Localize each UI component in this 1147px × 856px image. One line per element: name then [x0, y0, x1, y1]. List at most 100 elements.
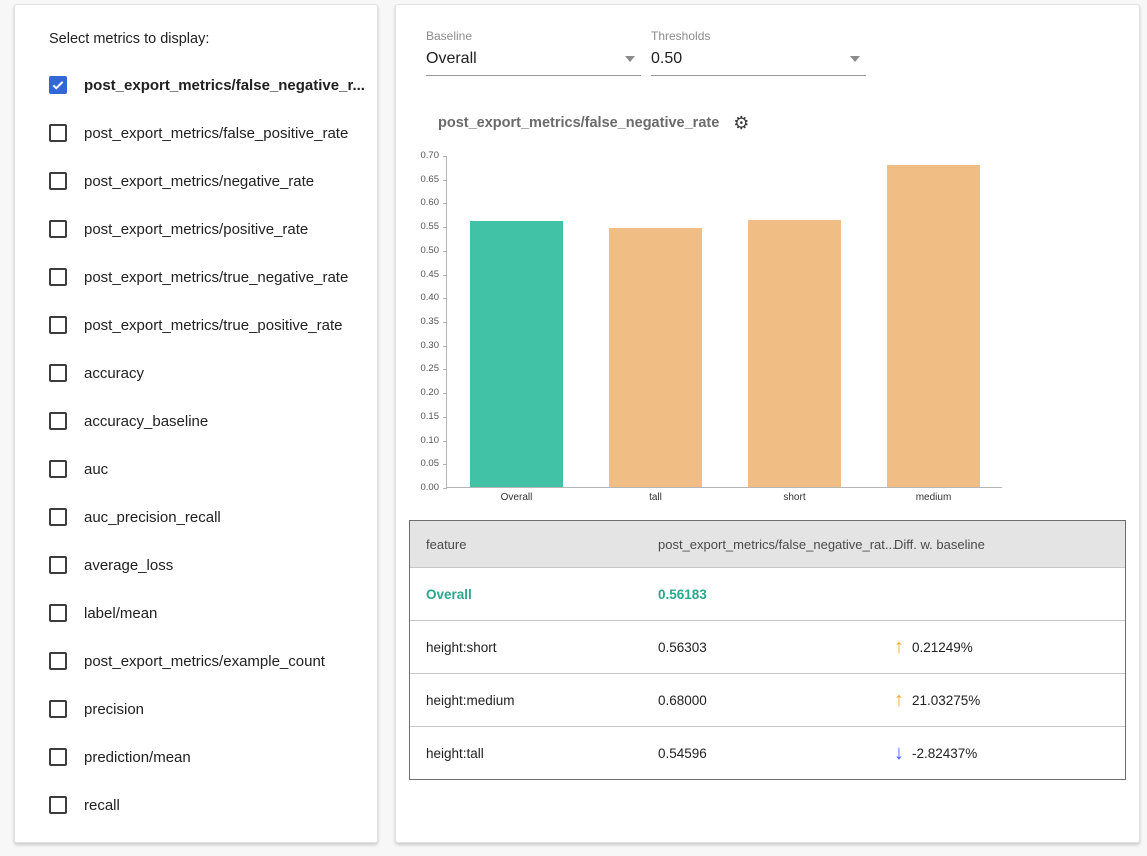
x-axis-tick-label: medium: [864, 492, 1003, 503]
metric-checkbox-item[interactable]: post_export_metrics/false_negative_r...: [49, 61, 363, 109]
metric-checkbox-item[interactable]: recall: [49, 781, 363, 829]
checkbox-unchecked-icon[interactable]: [49, 796, 67, 814]
checkbox-unchecked-icon[interactable]: [49, 652, 67, 670]
x-axis-tick-label: Overall: [447, 492, 586, 503]
x-axis-tick-label: tall: [586, 492, 725, 503]
chevron-down-icon: [850, 56, 860, 62]
checkbox-checked-icon[interactable]: [49, 76, 67, 94]
checkbox-unchecked-icon[interactable]: [49, 220, 67, 238]
bar-tall[interactable]: [609, 228, 702, 487]
y-axis-tick-mark: [443, 346, 447, 347]
table-header-row: feature post_export_metrics/false_negati…: [410, 521, 1125, 567]
y-axis-tick-mark: [443, 156, 447, 157]
metric-checkbox-item[interactable]: auc: [49, 445, 363, 493]
metric-checkbox-item[interactable]: post_export_metrics/false_positive_rate: [49, 109, 363, 157]
checkbox-unchecked-icon[interactable]: [49, 412, 67, 430]
checkbox-unchecked-icon[interactable]: [49, 604, 67, 622]
y-axis-tick-label: 0.25: [405, 364, 439, 374]
baseline-select[interactable]: Baseline Overall: [426, 29, 641, 76]
metric-checkbox-item[interactable]: auc_precision_recall: [49, 493, 363, 541]
thresholds-select-value[interactable]: 0.50: [651, 48, 866, 76]
bar-medium[interactable]: [887, 165, 980, 488]
thresholds-select[interactable]: Thresholds 0.50: [651, 29, 866, 76]
metric-label: accuracy_baseline: [84, 413, 208, 430]
checkbox-unchecked-icon[interactable]: [49, 268, 67, 286]
table-cell-feature: Overall: [426, 587, 658, 602]
arrow-up-icon: ↑: [894, 690, 904, 710]
checkbox-unchecked-icon[interactable]: [49, 508, 67, 526]
checkbox-unchecked-icon[interactable]: [49, 364, 67, 382]
metric-checkbox-item[interactable]: post_export_metrics/true_negative_rate: [49, 253, 363, 301]
metric-checkbox-item[interactable]: accuracy: [49, 349, 363, 397]
bar-overall[interactable]: [470, 221, 563, 487]
arrow-down-icon: ↓: [894, 743, 904, 763]
metric-checkbox-item[interactable]: post_export_metrics/example_count: [49, 637, 363, 685]
chart-title: post_export_metrics/false_negative_rate: [438, 115, 719, 131]
table-cell-value: 0.56303: [658, 640, 894, 655]
metric-list: post_export_metrics/false_negative_r...p…: [49, 61, 363, 829]
y-axis-tick-label: 0.55: [405, 222, 439, 232]
metric-label: recall: [84, 797, 120, 814]
checkbox-unchecked-icon[interactable]: [49, 124, 67, 142]
table-header-diff: Diff. w. baseline: [894, 537, 1109, 552]
metric-label: post_export_metrics/positive_rate: [84, 221, 308, 238]
diff-value: -2.82437%: [912, 746, 977, 761]
checkbox-unchecked-icon[interactable]: [49, 556, 67, 574]
metric-checkbox-item[interactable]: post_export_metrics/positive_rate: [49, 205, 363, 253]
metric-label: post_export_metrics/example_count: [84, 653, 325, 670]
table-cell-diff: ↑ 0.21249%: [894, 637, 1109, 657]
metric-checkbox-item[interactable]: post_export_metrics/negative_rate: [49, 157, 363, 205]
metric-label: auc_precision_recall: [84, 509, 221, 526]
y-axis-tick-label: 0.60: [405, 198, 439, 208]
table-header-metric: post_export_metrics/false_negative_rat..…: [658, 537, 894, 552]
metric-checkbox-item[interactable]: prediction/mean: [49, 733, 363, 781]
checkbox-unchecked-icon[interactable]: [49, 700, 67, 718]
y-axis-tick-label: 0.15: [405, 412, 439, 422]
y-axis-tick-label: 0.65: [405, 175, 439, 185]
metric-checkbox-item[interactable]: label/mean: [49, 589, 363, 637]
table-row: height:tall0.54596↓-2.82437%: [410, 726, 1125, 779]
metric-checkbox-item[interactable]: precision: [49, 685, 363, 733]
y-axis-tick-mark: [443, 488, 447, 489]
table-cell-value: 0.54596: [658, 746, 894, 761]
metric-label: post_export_metrics/false_negative_r...: [84, 77, 365, 94]
thresholds-select-label: Thresholds: [651, 29, 866, 43]
bar-chart: 0.000.050.100.150.200.250.300.350.400.45…: [446, 156, 1002, 488]
metric-label: precision: [84, 701, 144, 718]
thresholds-selected-option: 0.50: [651, 50, 682, 68]
metric-label: post_export_metrics/false_positive_rate: [84, 125, 348, 142]
checkbox-unchecked-icon[interactable]: [49, 172, 67, 190]
y-axis-tick-mark: [443, 275, 447, 276]
arrow-up-icon: ↑: [894, 637, 904, 657]
baseline-selected-option: Overall: [426, 50, 477, 68]
y-axis-tick-mark: [443, 393, 447, 394]
chart-title-row: post_export_metrics/false_negative_rate …: [438, 114, 1139, 132]
metric-label: auc: [84, 461, 108, 478]
y-axis-tick-mark: [443, 322, 447, 323]
gear-icon[interactable]: ⚙: [733, 114, 749, 132]
bar-short[interactable]: [748, 220, 841, 487]
metric-checkbox-item[interactable]: accuracy_baseline: [49, 397, 363, 445]
y-axis-tick-mark: [443, 369, 447, 370]
checkbox-unchecked-icon[interactable]: [49, 748, 67, 766]
metric-label: average_loss: [84, 557, 173, 574]
y-axis-tick-label: 0.35: [405, 317, 439, 327]
metric-label: post_export_metrics/true_negative_rate: [84, 269, 348, 286]
metric-label: accuracy: [84, 365, 144, 382]
metric-selector-panel: Select metrics to display: post_export_m…: [14, 4, 378, 843]
table-cell-diff: ↑21.03275%: [894, 690, 1109, 710]
table-row: height:medium0.68000↑21.03275%: [410, 673, 1125, 726]
y-axis-tick-label: 0.50: [405, 246, 439, 256]
table-cell-diff: ↓ -2.82437%: [894, 743, 1109, 763]
table-cell-feature: height:medium: [426, 693, 658, 708]
metric-checkbox-item[interactable]: average_loss: [49, 541, 363, 589]
checkbox-unchecked-icon[interactable]: [49, 316, 67, 334]
y-axis-tick-mark: [443, 180, 447, 181]
diff-value: 0.21249%: [912, 640, 973, 655]
table-cell-value: 0.56183: [658, 587, 894, 602]
check-icon: [51, 78, 65, 92]
metric-checkbox-item[interactable]: post_export_metrics/true_positive_rate: [49, 301, 363, 349]
baseline-select-value[interactable]: Overall: [426, 48, 641, 76]
y-axis-tick-mark: [443, 227, 447, 228]
checkbox-unchecked-icon[interactable]: [49, 460, 67, 478]
